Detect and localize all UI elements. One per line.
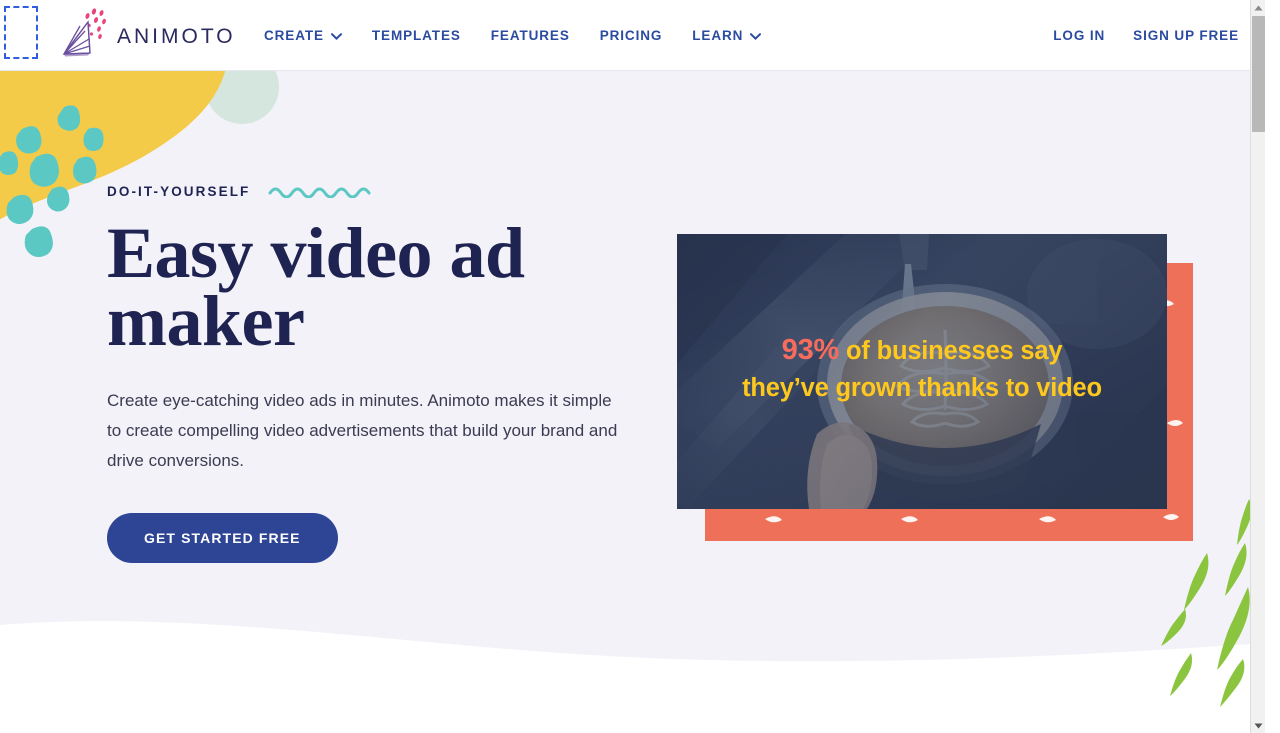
scroll-up-arrow-icon[interactable]: [1251, 0, 1265, 15]
hero-subtitle: Create eye-catching video ads in minutes…: [107, 391, 618, 470]
nav-item-label: LEARN: [692, 28, 744, 43]
login-link[interactable]: LOG IN: [1039, 0, 1119, 71]
wave-divider-shape-icon: [0, 621, 1265, 711]
page-root: ANIMOTO CREATE TEMPLATES FEATURES PRICIN…: [0, 0, 1265, 733]
animoto-fan-logo-icon: [58, 8, 110, 62]
nav-item-label: CREATE: [264, 28, 324, 43]
nav-item-label: FEATURES: [490, 28, 570, 43]
site-header: ANIMOTO CREATE TEMPLATES FEATURES PRICIN…: [0, 0, 1265, 71]
get-started-free-button[interactable]: GET STARTED FREE: [107, 513, 338, 563]
chevron-down-icon: [330, 33, 342, 40]
brand-name: ANIMOTO: [117, 25, 236, 48]
hero-video-thumbnail[interactable]: 93% of businesses say they’ve grown than…: [677, 234, 1167, 509]
signup-free-link[interactable]: SIGN UP FREE: [1119, 0, 1239, 71]
nav-item-features[interactable]: FEATURES: [476, 0, 585, 71]
stat-percentage: 93%: [781, 334, 840, 366]
caption-line-2: they’ve grown thanks to video: [742, 374, 1102, 402]
hero-copy: DO-IT-YOURSELF Easy video ad maker Creat…: [107, 181, 637, 563]
brand-logo-link[interactable]: ANIMOTO: [58, 6, 236, 64]
nav-item-label: TEMPLATES: [371, 28, 461, 43]
caption-line-1: of businesses say: [839, 337, 1063, 365]
hero-media: 93% of businesses say they’ve grown than…: [677, 234, 1197, 549]
scrollbar-track[interactable]: [1251, 132, 1265, 718]
hero-section: DO-IT-YOURSELF Easy video ad maker Creat…: [0, 71, 1265, 733]
skip-link-focus-outline[interactable]: [4, 6, 38, 59]
auth-navigation: LOG IN SIGN UP FREE: [1039, 0, 1239, 71]
page-scrollbar[interactable]: [1250, 0, 1265, 733]
nav-item-templates[interactable]: TEMPLATES: [357, 0, 476, 71]
hero-eyebrow: DO-IT-YOURSELF: [107, 183, 251, 199]
teal-squiggle-underline-icon: [268, 187, 371, 198]
page-title: Easy video ad maker: [107, 213, 525, 361]
nav-item-learn[interactable]: LEARN: [677, 0, 776, 71]
hero-eyebrow-row: DO-IT-YOURSELF: [107, 181, 637, 201]
scroll-down-arrow-icon[interactable]: [1251, 718, 1265, 733]
nav-item-label: PRICING: [599, 28, 663, 43]
main-navigation: CREATE TEMPLATES FEATURES PRICING LEARN: [264, 0, 776, 71]
nav-item-pricing[interactable]: PRICING: [585, 0, 678, 71]
chevron-down-icon: [750, 33, 762, 40]
video-caption: 93% of businesses say they’ve grown than…: [677, 332, 1167, 407]
nav-item-create[interactable]: CREATE: [264, 0, 357, 71]
scrollbar-thumb[interactable]: [1252, 16, 1265, 132]
